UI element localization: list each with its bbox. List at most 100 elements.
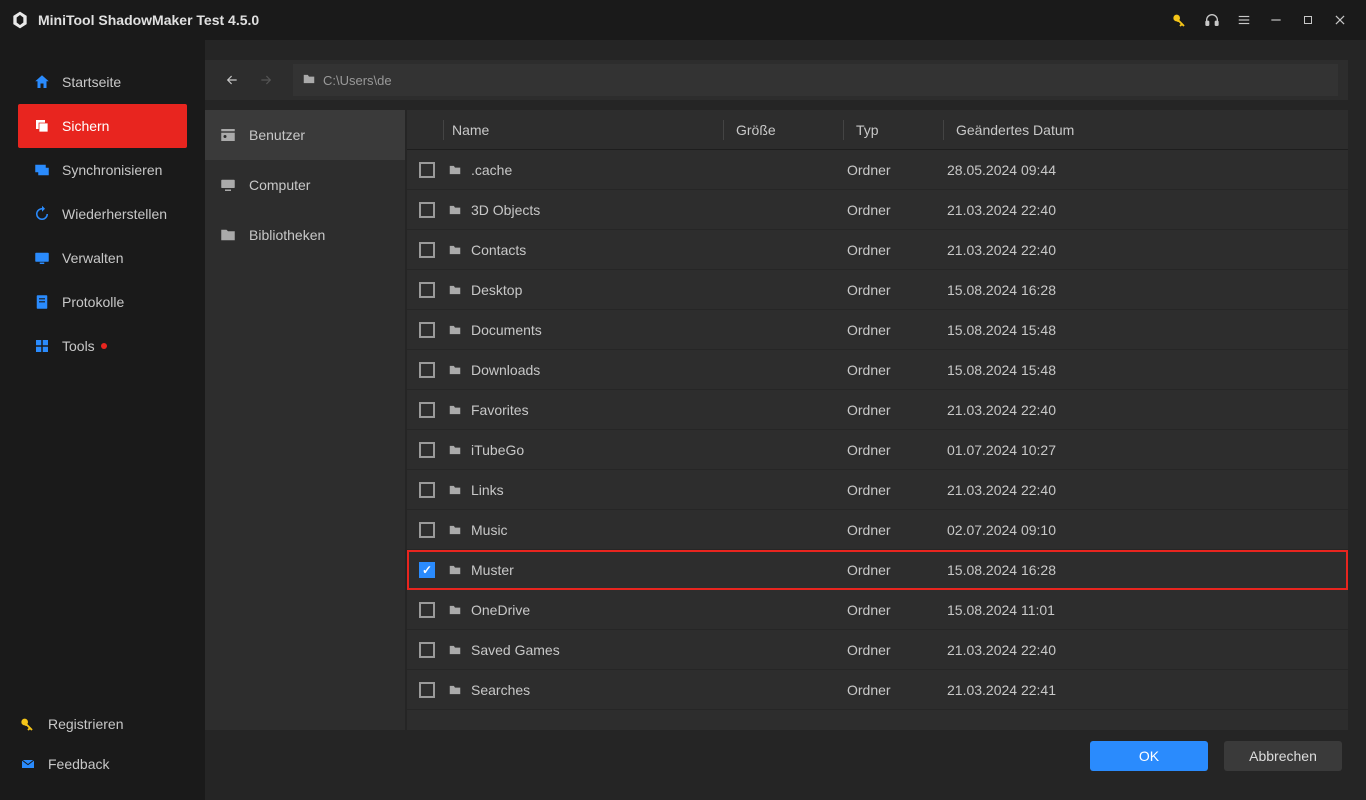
path-field[interactable]: C:\Users\de — [293, 64, 1338, 96]
row-checkbox[interactable] — [419, 282, 435, 298]
file-row[interactable]: MusicOrdner02.07.2024 09:10 — [407, 510, 1348, 550]
manage-icon — [32, 249, 52, 267]
app-title: MiniTool ShadowMaker Test 4.5.0 — [38, 12, 259, 28]
row-checkbox[interactable] — [419, 362, 435, 378]
folder-icon — [447, 243, 465, 257]
folder-icon — [447, 323, 465, 337]
minimize-icon[interactable] — [1260, 4, 1292, 36]
row-checkbox[interactable] — [419, 642, 435, 658]
home-icon — [32, 73, 52, 91]
sidebar-bottom-label: Registrieren — [48, 716, 123, 732]
sidebar-item-manage[interactable]: Verwalten — [18, 236, 187, 280]
sidebar-item-logs[interactable]: Protokolle — [18, 280, 187, 324]
row-type: Ordner — [847, 242, 947, 258]
row-checkbox[interactable] — [419, 522, 435, 538]
row-checkbox[interactable] — [419, 442, 435, 458]
row-date: 01.07.2024 10:27 — [947, 442, 1348, 458]
row-name: .cache — [471, 162, 727, 178]
file-rows[interactable]: .cacheOrdner28.05.2024 09:443D ObjectsOr… — [407, 150, 1348, 730]
row-type: Ordner — [847, 162, 947, 178]
row-type: Ordner — [847, 362, 947, 378]
file-row[interactable]: ContactsOrdner21.03.2024 22:40 — [407, 230, 1348, 270]
file-row[interactable]: DocumentsOrdner15.08.2024 15:48 — [407, 310, 1348, 350]
file-row[interactable]: .cache Ordner28.05.2024 09:44 — [407, 150, 1348, 190]
file-row[interactable]: DesktopOrdner15.08.2024 16:28 — [407, 270, 1348, 310]
sidebar-bottom-label: Feedback — [48, 756, 109, 772]
cancel-button[interactable]: Abbrechen — [1224, 741, 1342, 771]
file-row[interactable]: iTubeGoOrdner01.07.2024 10:27 — [407, 430, 1348, 470]
notification-dot-icon — [101, 343, 107, 349]
row-type: Ordner — [847, 322, 947, 338]
files-pane: Name Größe Typ Geändertes Datum .cache Or… — [407, 110, 1348, 730]
nav-forward-icon[interactable] — [249, 63, 283, 97]
main-panel: C:\Users\de BenutzerComputerBibliotheken… — [205, 40, 1366, 800]
file-row[interactable]: 3D ObjectsOrdner21.03.2024 22:40 — [407, 190, 1348, 230]
sidebar-item-home[interactable]: Startseite — [18, 60, 187, 104]
app-logo-icon — [10, 10, 30, 30]
sidebar-item-restore[interactable]: Wiederherstellen — [18, 192, 187, 236]
maximize-icon[interactable] — [1292, 4, 1324, 36]
row-checkbox[interactable] — [419, 162, 435, 178]
row-checkbox[interactable] — [419, 482, 435, 498]
row-checkbox[interactable] — [419, 242, 435, 258]
file-row[interactable]: Saved GamesOrdner21.03.2024 22:40 — [407, 630, 1348, 670]
close-icon[interactable] — [1324, 4, 1356, 36]
row-checkbox[interactable] — [419, 322, 435, 338]
folder-icon — [447, 283, 465, 297]
logs-icon — [32, 293, 52, 311]
sidebar-item-tools[interactable]: Tools — [18, 324, 187, 368]
nav-back-icon[interactable] — [215, 63, 249, 97]
row-name: Favorites — [471, 402, 727, 418]
folder-pane-item[interactable]: Computer — [205, 160, 405, 210]
file-row[interactable]: FavoritesOrdner21.03.2024 22:40 — [407, 390, 1348, 430]
folder-pane-item[interactable]: Bibliotheken — [205, 210, 405, 260]
folder-icon — [447, 403, 465, 417]
row-name: Downloads — [471, 362, 727, 378]
folder-icon — [447, 563, 465, 577]
sidebar-item-label: Startseite — [62, 74, 121, 90]
sync-icon — [32, 161, 52, 179]
col-name[interactable]: Name — [443, 120, 723, 140]
row-name: Documents — [471, 322, 727, 338]
row-type: Ordner — [847, 522, 947, 538]
key-icon — [18, 716, 38, 732]
row-date: 21.03.2024 22:40 — [947, 482, 1348, 498]
headset-icon[interactable] — [1196, 4, 1228, 36]
folder-icon — [447, 443, 465, 457]
row-checkbox[interactable] — [419, 602, 435, 618]
folder-icon — [447, 363, 465, 377]
row-date: 28.05.2024 09:44 — [947, 162, 1348, 178]
row-date: 15.08.2024 15:48 — [947, 362, 1348, 378]
row-checkbox[interactable] — [419, 682, 435, 698]
row-checkbox[interactable] — [419, 202, 435, 218]
file-row[interactable]: OneDriveOrdner15.08.2024 11:01 — [407, 590, 1348, 630]
sidebar-item-backup[interactable]: Sichern — [18, 104, 187, 148]
row-checkbox[interactable] — [419, 562, 435, 578]
menu-icon[interactable] — [1228, 4, 1260, 36]
row-date: 21.03.2024 22:40 — [947, 242, 1348, 258]
row-type: Ordner — [847, 402, 947, 418]
path-folder-icon — [301, 72, 317, 89]
col-size[interactable]: Größe — [723, 120, 843, 140]
row-date: 02.07.2024 09:10 — [947, 522, 1348, 538]
row-date: 15.08.2024 16:28 — [947, 562, 1348, 578]
backup-icon — [32, 117, 52, 135]
file-row[interactable]: Downloads Ordner15.08.2024 15:48 — [407, 350, 1348, 390]
license-key-icon[interactable] — [1164, 4, 1196, 36]
sidebar-bottom-mail[interactable]: Feedback — [18, 744, 187, 784]
row-type: Ordner — [847, 202, 947, 218]
row-type: Ordner — [847, 282, 947, 298]
file-row[interactable]: LinksOrdner21.03.2024 22:40 — [407, 470, 1348, 510]
file-row[interactable]: SearchesOrdner21.03.2024 22:41 — [407, 670, 1348, 710]
folder-icon — [447, 203, 465, 217]
sidebar-item-sync[interactable]: Synchronisieren — [18, 148, 187, 192]
col-type[interactable]: Typ — [843, 120, 943, 140]
sidebar-bottom-key[interactable]: Registrieren — [18, 704, 187, 744]
ok-button[interactable]: OK — [1090, 741, 1208, 771]
folder-pane-item[interactable]: Benutzer — [205, 110, 405, 160]
library-icon — [217, 226, 239, 244]
row-checkbox[interactable] — [419, 402, 435, 418]
row-name: iTubeGo — [471, 442, 727, 458]
col-date[interactable]: Geändertes Datum — [943, 120, 1348, 140]
file-row[interactable]: MusterOrdner15.08.2024 16:28 — [407, 550, 1348, 590]
